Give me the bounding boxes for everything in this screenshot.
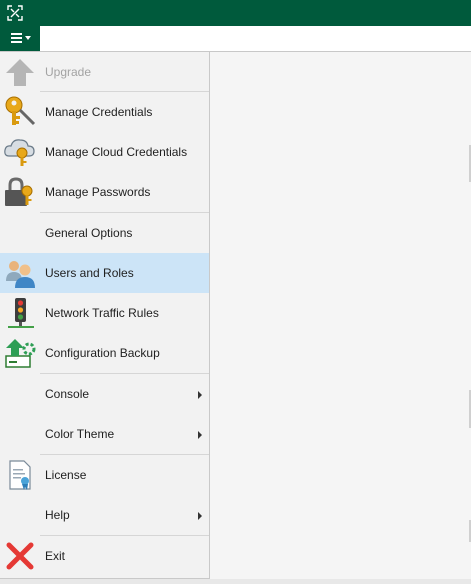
menu-item-exit[interactable]: Exit: [0, 536, 209, 576]
menu-item-license[interactable]: License: [0, 455, 209, 495]
menu-item-label: Upgrade: [45, 65, 92, 79]
menu-item-console[interactable]: Console: [0, 374, 209, 414]
lock-key-icon: [5, 177, 33, 206]
menu-item-label: Console: [45, 387, 90, 401]
title-bar: [0, 0, 471, 26]
menu-bar: [0, 26, 471, 52]
menu-item-label: Network Traffic Rules: [45, 306, 159, 320]
main-content-background: [210, 52, 471, 584]
menu-item-manage-cloud-credentials[interactable]: Manage Cloud Credentials: [0, 132, 209, 172]
menu-item-help[interactable]: Help: [0, 495, 209, 535]
submenu-arrow-icon: [198, 391, 202, 399]
users-icon: [6, 261, 35, 288]
credentials-key-icon: [5, 96, 36, 126]
veeam-logo-icon: [7, 5, 23, 21]
upgrade-arrow-icon: [6, 59, 34, 86]
status-strip: [0, 579, 471, 584]
menu-item-label: Configuration Backup: [45, 346, 160, 360]
menu-item-label: Help: [45, 508, 70, 522]
menu-item-label: General Options: [45, 226, 133, 240]
menu-item-network-traffic-rules[interactable]: Network Traffic Rules: [0, 293, 209, 333]
menu-item-users-and-roles[interactable]: Users and Roles: [0, 253, 209, 293]
menu-item-manage-credentials[interactable]: Manage Credentials: [0, 92, 209, 132]
menu-item-upgrade: Upgrade: [0, 52, 209, 92]
menu-item-color-theme[interactable]: Color Theme: [0, 414, 209, 454]
cloud-key-icon: [4, 139, 35, 166]
traffic-light-icon: [8, 298, 34, 328]
main-menu-button[interactable]: [0, 26, 40, 51]
main-menu-dropdown: Upgrade Manage Credentials Manage Cloud …: [0, 52, 210, 579]
license-certificate-icon: [9, 460, 31, 490]
caret-down-icon: [25, 36, 31, 40]
menu-item-general-options[interactable]: General Options: [0, 213, 209, 253]
menu-item-label: Exit: [45, 549, 66, 563]
submenu-arrow-icon: [198, 431, 202, 439]
menu-item-label: Manage Passwords: [45, 185, 151, 199]
menu-item-label: Manage Cloud Credentials: [45, 145, 188, 159]
hamburger-menu-icon: [11, 33, 22, 43]
config-backup-icon: [5, 339, 36, 368]
menu-item-label: License: [45, 468, 87, 482]
menu-item-manage-passwords[interactable]: Manage Passwords: [0, 172, 209, 212]
menu-item-configuration-backup[interactable]: Configuration Backup: [0, 333, 209, 373]
menu-item-label: Color Theme: [45, 427, 115, 441]
menu-item-label: Users and Roles: [45, 266, 134, 280]
exit-x-icon: [6, 542, 34, 570]
submenu-arrow-icon: [198, 512, 202, 520]
menu-item-label: Manage Credentials: [45, 105, 153, 119]
